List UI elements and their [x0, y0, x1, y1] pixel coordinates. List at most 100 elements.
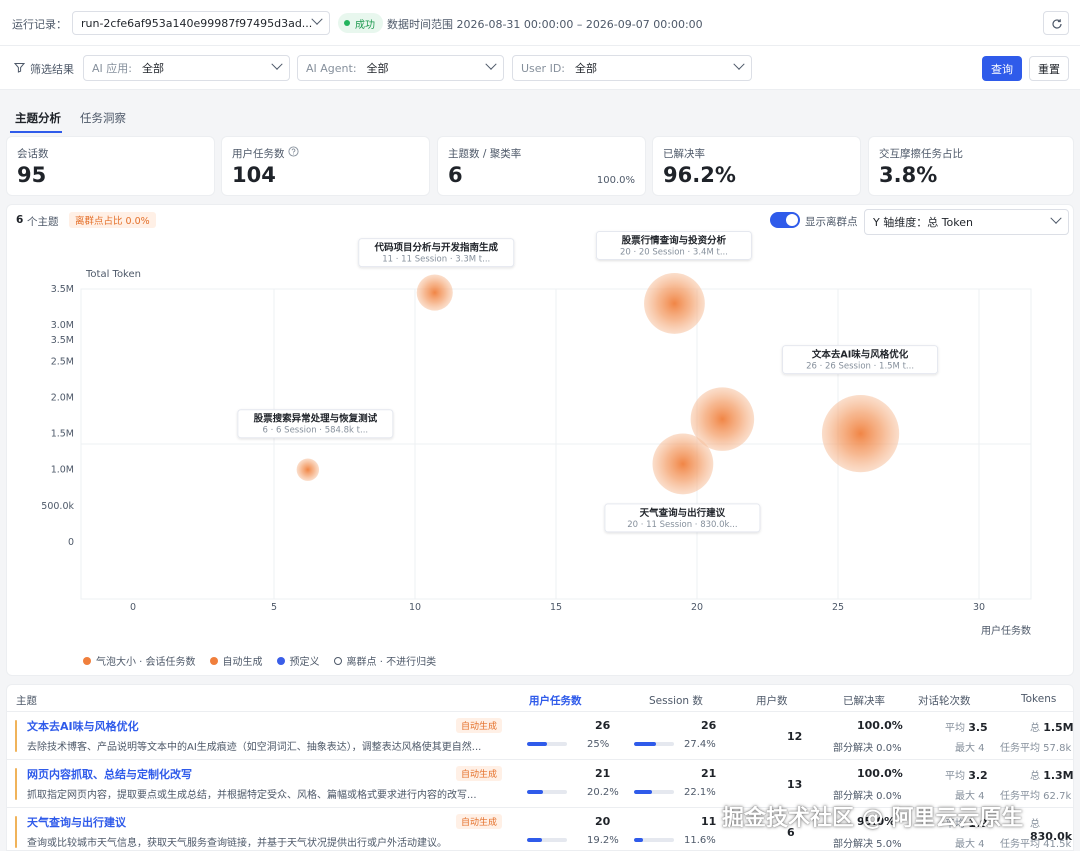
bubble-point[interactable] — [821, 394, 900, 473]
chevron-down-icon — [733, 58, 745, 70]
col-header-resolved[interactable]: 已解决率 — [843, 693, 885, 708]
row-sessions-pct: 27.4% — [684, 739, 716, 750]
bubble-point[interactable] — [416, 274, 453, 311]
row-tokens-avg: 任务平均 41.5k — [1000, 839, 1072, 850]
row-title[interactable]: 网页内容抓取、总结与定制化改写 — [27, 766, 192, 782]
stat-title: 用户任务数 — [232, 148, 285, 160]
row-tokens-total-value: 1.5M — [1043, 721, 1074, 734]
ai-agent-value: 全部 — [366, 62, 389, 75]
row-tasks: 26 — [595, 719, 611, 732]
chevron-down-icon — [311, 13, 323, 25]
row-accent — [15, 816, 17, 848]
row-title[interactable]: 文本去AI味与风格优化 — [27, 718, 139, 734]
row-tokens-total-label: 总 — [1030, 819, 1040, 830]
stat-value: 6 — [448, 163, 463, 187]
bubble-point[interactable] — [644, 273, 705, 334]
refresh-icon — [1052, 19, 1062, 29]
row-sessions-bar — [634, 838, 674, 842]
legend-predefined[interactable]: 预定义 — [290, 653, 320, 668]
data-time-range: 数据时间范围 2026-08-31 00:00:00 – 2026-09-07 … — [387, 18, 703, 31]
bubble-label-title: 天气查询与出行建议 — [640, 507, 726, 519]
row-sessions-pct: 11.6% — [684, 835, 716, 846]
bubble-point[interactable] — [296, 458, 320, 481]
row-title[interactable]: 天气查询与出行建议 — [27, 814, 126, 830]
y-tick-label: 1.0M — [51, 465, 74, 476]
stat-value: 104 — [232, 163, 276, 187]
legend-outlier[interactable]: 离群点 · 不进行归类 — [347, 653, 437, 668]
bubble-chart: 0 5 10 15 20 25 30 0 500.0k 1.0M 1.5M 2.0M 2.5M 3.0M 3… — [41, 230, 1032, 637]
row-turns-max: 最大 4 — [955, 743, 985, 754]
stat-value: 3.8% — [879, 163, 938, 187]
stat-card-resolved-rate: 已解决率 96.2% — [652, 136, 861, 196]
row-desc: 查询或比较城市天气信息，获取天气服务查询链接，并基于天气状况提供出行或户外活动建… — [27, 838, 447, 849]
row-tokens-avg: 任务平均 57.8k — [1000, 743, 1072, 754]
chevron-down-icon — [485, 58, 497, 70]
row-turns-avg-label: 平均 — [945, 771, 965, 782]
x-tick-label: 20 — [691, 602, 703, 613]
legend-outlier-icon — [333, 656, 342, 665]
bubble-label-detail: 11 · 11 Session · 3.3M t... — [382, 255, 490, 265]
ai-agent-select[interactable]: AI Agent: 全部 — [297, 55, 504, 81]
user-id-select[interactable]: User ID: 全部 — [512, 55, 752, 81]
stat-card-friction-rate: 交互摩擦任务占比 3.8% — [868, 136, 1074, 196]
col-header-topic: 主题 — [16, 695, 37, 707]
row-sessions: 11 — [701, 815, 717, 828]
bubble-point[interactable] — [652, 433, 714, 495]
y-tick-label: 2.5M — [51, 356, 74, 367]
row-tasks: 20 — [595, 815, 611, 828]
ai-app-select[interactable]: AI 应用: 全部 — [83, 55, 290, 81]
row-turns-avg: 平均 3.2 — [945, 767, 988, 782]
row-sessions-bar-fill — [634, 838, 644, 842]
stat-title: 主题数 / 聚类率 — [448, 148, 522, 160]
row-tokens-total: 总 1.3M — [1030, 767, 1073, 782]
row-resolved: 100.0% — [857, 719, 903, 732]
tab-topic-analysis[interactable]: 主题分析 — [15, 110, 61, 126]
chart-legend: 气泡大小 · 会话任务数 自动生成 预定义 离群点 · 不进行归类 — [83, 653, 436, 668]
tab-task-insights[interactable]: 任务洞察 — [80, 110, 126, 126]
col-header-user-tasks[interactable]: 用户任务数 — [529, 693, 582, 708]
col-header-users[interactable]: 用户数 — [756, 693, 788, 708]
help-icon[interactable] — [288, 146, 299, 157]
row-tasks-bar-fill — [527, 790, 544, 794]
status-dot-icon — [344, 20, 350, 26]
row-tasks-bar-fill — [527, 838, 543, 842]
query-button[interactable]: 查询 — [982, 56, 1022, 81]
x-tick-label: 10 — [409, 602, 421, 613]
reset-button[interactable]: 重置 — [1029, 56, 1069, 81]
col-header-tokens[interactable]: Tokens — [1021, 693, 1056, 705]
x-tick-label: 5 — [271, 602, 277, 613]
topic-chart-panel: 6 个主题 离群点占比 0.0% 显示离群点 Y 轴维度：总 Token 051… — [6, 204, 1074, 676]
row-turns-avg: 平均 3.5 — [945, 719, 988, 734]
row-sessions-pct: 22.1% — [684, 787, 716, 798]
row-sessions-bar-fill — [634, 742, 656, 746]
row-accent — [15, 768, 17, 800]
row-users: 12 — [787, 730, 803, 743]
watermark: 掘金技术社区 @ 阿里云云原生 — [722, 806, 1024, 831]
stat-title: 已解决率 — [663, 148, 705, 160]
active-tab-indicator — [10, 131, 62, 133]
legend-auto[interactable]: 自动生成 — [223, 653, 263, 668]
stat-title: 交互摩擦任务占比 — [879, 148, 963, 160]
row-tasks-bar — [527, 790, 567, 794]
bubble-label-title: 文本去AI味与风格优化 — [811, 349, 909, 361]
legend-auto-icon — [209, 656, 218, 665]
y-tick-label: 3.5M — [51, 335, 74, 346]
row-tasks: 21 — [595, 767, 611, 780]
col-header-turns[interactable]: 对话轮次数 — [918, 693, 971, 708]
row-turns-avg-value: 3.5 — [968, 721, 988, 734]
row-desc: 去除技术博客、产品说明等文本中的AI生成痕迹（如空洞词汇、抽象表达），调整表达风… — [27, 742, 482, 753]
row-tag: 自动生成 — [456, 814, 503, 829]
legend-bubble-size-icon — [83, 656, 91, 665]
x-tick-label: 15 — [550, 602, 562, 613]
stat-sub: 100.0% — [596, 175, 635, 186]
run-record-select[interactable]: run-2cfe6af953a140e99987f97495d3ad... — [72, 11, 330, 35]
x-tick-label: 0 — [130, 602, 136, 613]
col-header-sessions[interactable]: Session 数 — [649, 693, 703, 708]
row-tasks-bar — [527, 838, 567, 842]
bubble-label-detail: 26 · 26 Session · 1.5M t... — [806, 362, 914, 372]
stat-card-topics: 主题数 / 聚类率 6 100.0% — [437, 136, 646, 196]
refresh-button[interactable] — [1043, 11, 1069, 35]
table-row[interactable]: 文本去AI味与风格优化 自动生成 去除技术博客、产品说明等文本中的AI生成痕迹（如空… — [7, 711, 1074, 759]
chevron-down-icon — [271, 58, 283, 70]
stat-card-user-tasks: 用户任务数 104 — [221, 136, 430, 196]
